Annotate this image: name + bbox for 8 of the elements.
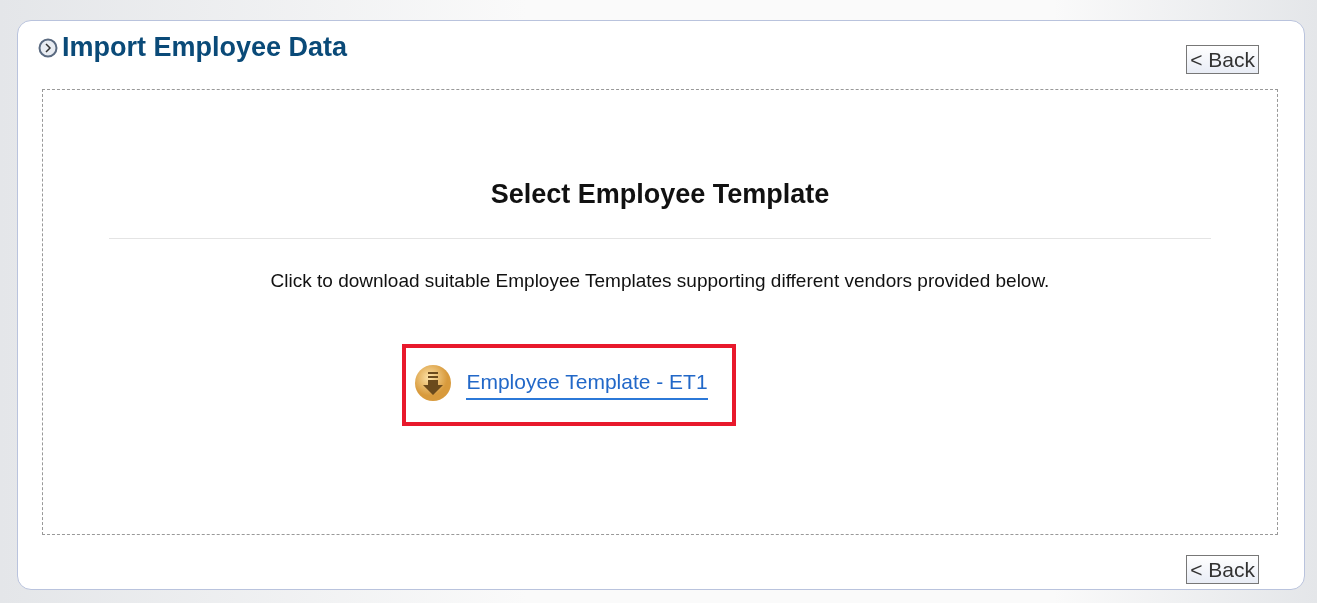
download-icon (414, 363, 453, 402)
back-button[interactable]: < Back (1186, 45, 1259, 75)
arrow-circle-icon (38, 37, 58, 58)
back-button[interactable]: < Back (1186, 555, 1259, 585)
template-link[interactable]: Employee Template - ET1 (466, 366, 708, 400)
section-heading: Select Employee Template (490, 178, 830, 211)
instruction-text: Click to download suitable Employee Templates supporting different vendors provided below. (270, 269, 1050, 294)
page-title: Import Employee Data (62, 33, 348, 63)
